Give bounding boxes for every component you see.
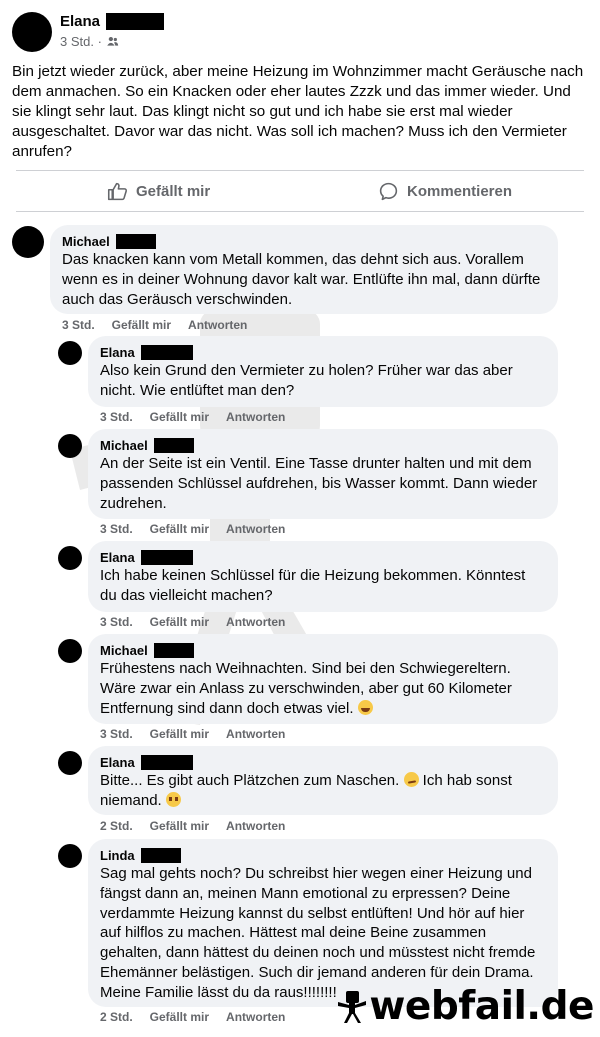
- reply-text: Frühestens nach Weihnachten. Sind bei de…: [100, 659, 546, 718]
- reply-time[interactable]: 3 Std.: [100, 727, 133, 741]
- webfail-logo: webfail.de: [337, 984, 594, 1029]
- reply-meta: 3 Std. Gefällt mir Antworten: [100, 615, 285, 629]
- reply-text: Bitte... Es gibt auch Plätzchen zum Nasc…: [100, 771, 546, 811]
- redaction-bar: [153, 642, 194, 658]
- comment-like-link[interactable]: Gefällt mir: [112, 318, 171, 332]
- reply-text: Ich habe keinen Schlüssel für die Heizun…: [100, 567, 526, 604]
- comment-meta: 3 Std. Gefällt mir Antworten: [62, 318, 247, 332]
- reply-author-name[interactable]: Elana: [100, 345, 135, 360]
- reply-bubble: Elana Also kein Grund den Vermieter zu h…: [88, 336, 558, 407]
- comment-time[interactable]: 3 Std.: [62, 318, 95, 332]
- reply-like-link[interactable]: Gefällt mir: [150, 615, 209, 629]
- reply-author[interactable]: Elana: [100, 549, 546, 565]
- thumbs-up-icon: [107, 182, 128, 200]
- reply-author[interactable]: Michael: [100, 437, 546, 453]
- reply-time[interactable]: 2 Std.: [100, 1010, 133, 1024]
- reply-avatar[interactable]: [58, 844, 82, 868]
- reply-meta: 3 Std. Gefällt mir Antworten: [100, 522, 285, 536]
- post-time[interactable]: 3 Std. ·: [60, 34, 102, 49]
- reply-meta: 3 Std. Gefällt mir Antworten: [100, 410, 285, 424]
- reply-time[interactable]: 3 Std.: [100, 410, 133, 424]
- reply-like-link[interactable]: Gefällt mir: [150, 522, 209, 536]
- reply-meta: 2 Std. Gefällt mir Antworten: [100, 819, 285, 833]
- comment-bubble: Michael Das knacken kann vom Metall komm…: [50, 225, 558, 314]
- comment-text: Das knacken kann vom Metall kommen, das …: [62, 251, 541, 308]
- reply-text: Sag mal gehts noch? Du schreibst hier we…: [100, 865, 536, 1001]
- reply-like-link[interactable]: Gefällt mir: [150, 819, 209, 833]
- reply-author-name[interactable]: Elana: [100, 755, 135, 770]
- reply-author-name[interactable]: Linda: [100, 848, 135, 863]
- reply-avatar[interactable]: [58, 546, 82, 570]
- reply-like-link[interactable]: Gefällt mir: [150, 1010, 209, 1024]
- grinning-sweat-emoji: [357, 699, 373, 715]
- smirk-emoji: [403, 772, 419, 787]
- reply-reply-link[interactable]: Antworten: [226, 615, 285, 629]
- reply-reply-link[interactable]: Antworten: [226, 410, 285, 424]
- comment-button[interactable]: Kommentieren: [378, 176, 512, 206]
- reply-author[interactable]: Elana: [100, 344, 546, 360]
- divider: [16, 211, 584, 212]
- post-author-avatar[interactable]: [12, 12, 52, 52]
- comment-author-name[interactable]: Michael: [62, 234, 110, 249]
- reply-reply-link[interactable]: Antworten: [226, 522, 285, 536]
- comment-label: Kommentieren: [407, 182, 513, 200]
- like-button[interactable]: Gefällt mir: [107, 176, 210, 206]
- reply-bubble: Michael Frühestens nach Weihnachten. Sin…: [88, 634, 558, 724]
- reply-time[interactable]: 3 Std.: [100, 522, 133, 536]
- reply-text: Also kein Grund den Vermieter zu holen? …: [100, 362, 513, 399]
- redaction-bar: [140, 344, 193, 360]
- post-author-name[interactable]: Elana: [60, 13, 100, 30]
- redaction-bar: [115, 233, 156, 249]
- reply-avatar[interactable]: [58, 639, 82, 663]
- friends-icon: [107, 36, 119, 46]
- reply-avatar[interactable]: [58, 434, 82, 458]
- comment-avatar[interactable]: [12, 226, 44, 258]
- redaction-bar: [140, 847, 181, 863]
- reply-time[interactable]: 2 Std.: [100, 819, 133, 833]
- reply-like-link[interactable]: Gefällt mir: [150, 727, 209, 741]
- redaction-bar: [140, 754, 193, 770]
- post-meta: 3 Std. ·: [60, 34, 119, 49]
- post-text: Bin jetzt wieder zurück, aber meine Heiz…: [12, 63, 584, 160]
- redaction-bar: [153, 437, 194, 453]
- reply-reply-link[interactable]: Antworten: [226, 727, 285, 741]
- reply-text: An der Seite ist ein Ventil. Eine Tasse …: [100, 455, 538, 512]
- reply-time[interactable]: 3 Std.: [100, 615, 133, 629]
- reply-text-content: Bitte... Es gibt auch Plätzchen zum Nasc…: [100, 772, 400, 789]
- reply-avatar[interactable]: [58, 751, 82, 775]
- reply-bubble: Michael An der Seite ist ein Ventil. Ein…: [88, 429, 558, 519]
- reply-author[interactable]: Linda: [100, 847, 546, 863]
- reply-like-link[interactable]: Gefällt mir: [150, 410, 209, 424]
- reply-author[interactable]: Michael: [100, 642, 546, 658]
- reply-reply-link[interactable]: Antworten: [226, 1010, 285, 1024]
- like-label: Gefällt mir: [136, 182, 211, 200]
- reply-bubble: Linda Sag mal gehts noch? Du schreibst h…: [88, 839, 558, 1007]
- reply-reply-link[interactable]: Antworten: [226, 819, 285, 833]
- webfail-mascot-icon: [338, 990, 367, 1023]
- reply-author[interactable]: Elana: [100, 754, 546, 770]
- comment-author[interactable]: Michael: [62, 233, 546, 249]
- reply-author-name[interactable]: Michael: [100, 438, 148, 453]
- reply-bubble: Elana Bitte... Es gibt auch Plätzchen zu…: [88, 746, 558, 815]
- divider: [16, 170, 584, 171]
- reply-avatar[interactable]: [58, 341, 82, 365]
- reply-bubble: Elana Ich habe keinen Schlüssel für die …: [88, 541, 558, 612]
- reply-meta: 2 Std. Gefällt mir Antworten: [100, 1010, 285, 1024]
- reply-author-name[interactable]: Elana: [100, 550, 135, 565]
- speech-bubble-icon: [379, 182, 398, 200]
- comment-reply-link[interactable]: Antworten: [188, 318, 247, 332]
- reply-meta: 3 Std. Gefällt mir Antworten: [100, 727, 285, 741]
- redaction-bar: [140, 549, 193, 565]
- reply-author-name[interactable]: Michael: [100, 643, 148, 658]
- reply-text-content: Frühestens nach Weihnachten. Sind bei de…: [100, 660, 512, 717]
- redaction-bar: [106, 13, 165, 30]
- pleading-emoji: [165, 791, 181, 807]
- post-author[interactable]: Elana: [60, 13, 165, 30]
- webfail-logo-text: webfail.de: [369, 984, 594, 1029]
